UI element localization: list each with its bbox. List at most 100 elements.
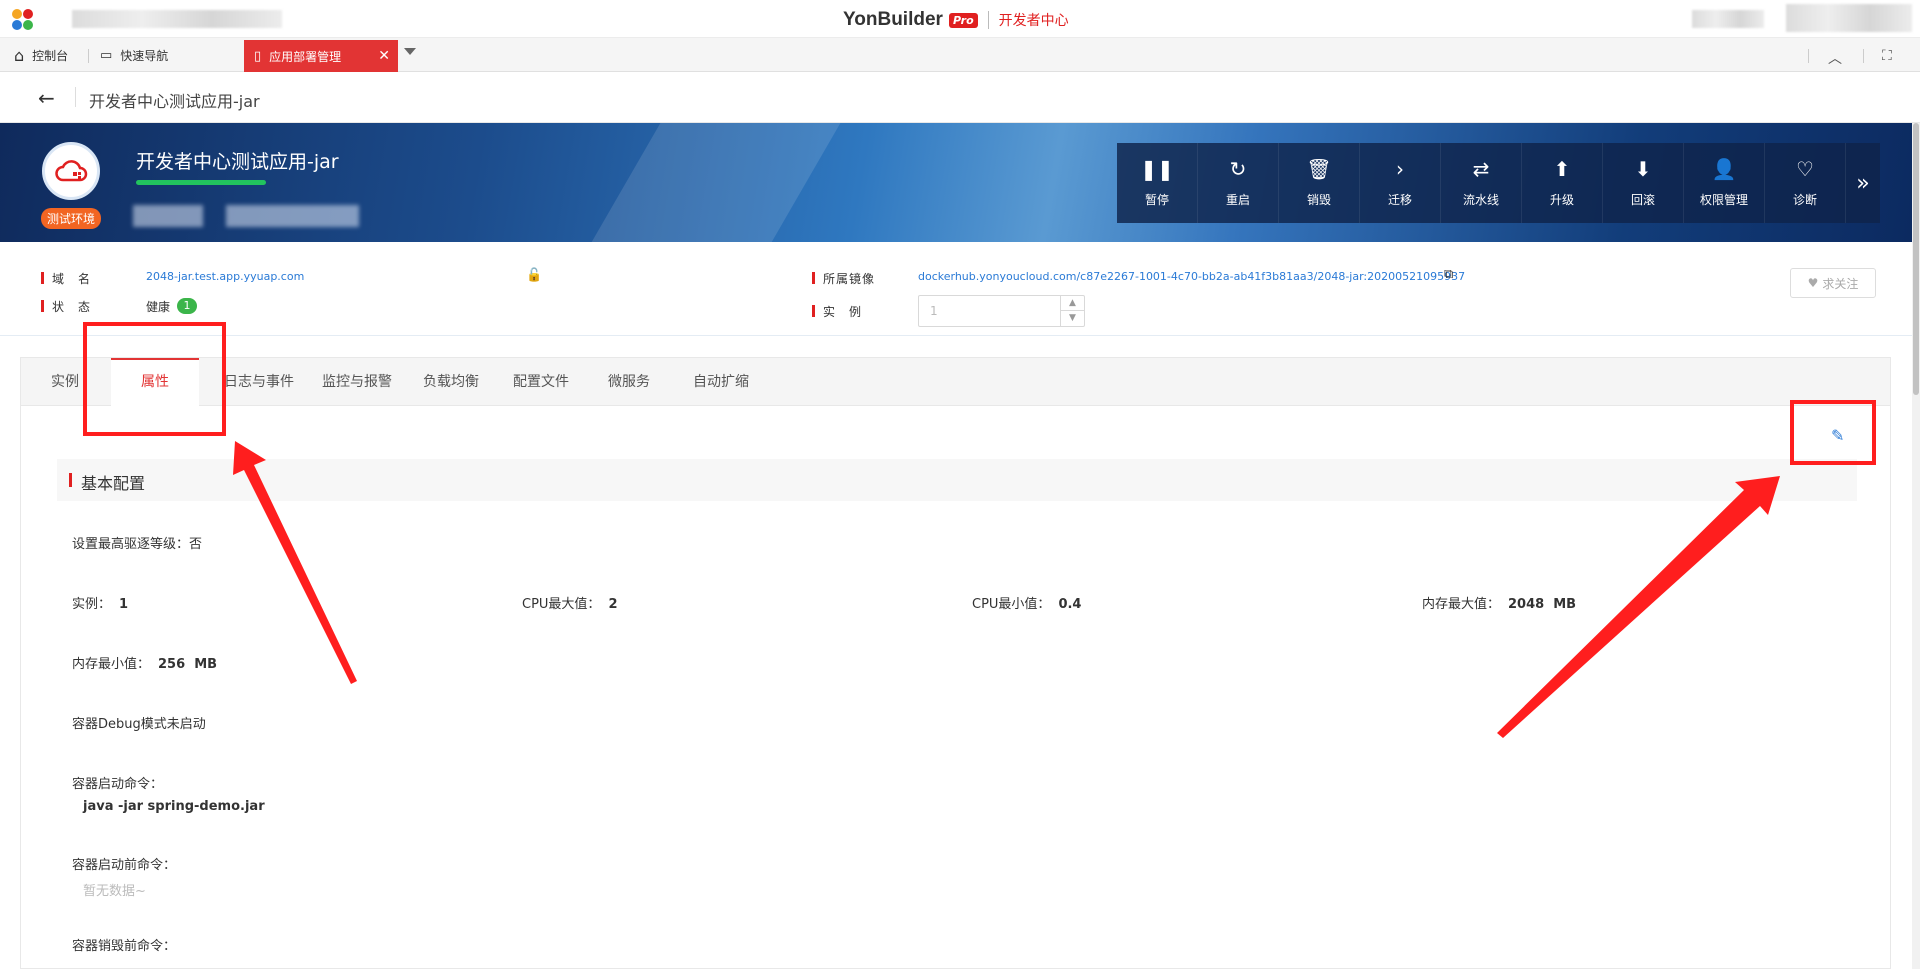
label-marker xyxy=(812,305,815,317)
chevron-up-icon[interactable]: ▲ xyxy=(1061,296,1084,311)
scrollbar-thumb[interactable] xyxy=(1913,123,1919,395)
tab-app-deploy-label: 应用部署管理 xyxy=(269,49,342,64)
pause-button[interactable]: ❚❚ 暂停 xyxy=(1117,143,1198,223)
rollback-icon: ⬇ xyxy=(1634,156,1652,181)
chevron-down-icon[interactable] xyxy=(404,48,416,55)
health-bar xyxy=(136,180,266,185)
upgrade-button[interactable]: ⬆ 升级 xyxy=(1522,143,1603,223)
brand-pro-badge: Pro xyxy=(948,12,978,28)
diagnose-button[interactable]: ♡ 诊断 xyxy=(1765,143,1846,223)
blurred-user-info xyxy=(1692,10,1764,28)
debug-status: 容器Debug模式未启动 xyxy=(72,717,206,732)
follow-button[interactable]: ♥ 求关注 xyxy=(1790,268,1876,298)
cloud-app-icon xyxy=(42,142,100,200)
section-marker xyxy=(69,473,72,487)
instance-input[interactable]: 1 xyxy=(930,304,938,318)
tab-load-balancing[interactable]: 负载均衡 xyxy=(411,358,491,406)
action-label: 升级 xyxy=(1549,192,1574,207)
blurred-region xyxy=(226,205,359,227)
rollback-button[interactable]: ⬇ 回滚 xyxy=(1603,143,1684,223)
brand: YonBuilder Pro 开发者中心 xyxy=(843,9,1069,31)
pipeline-button[interactable]: ⇄ 流水线 xyxy=(1441,143,1522,223)
annotation-box-edit-button xyxy=(1790,400,1876,465)
follow-label: 求关注 xyxy=(1822,276,1859,291)
monitor-icon: ▭ xyxy=(100,47,113,63)
field-value: 否 xyxy=(189,537,203,552)
unlock-icon[interactable]: 🔓 xyxy=(526,268,542,283)
domain-link[interactable]: 2048-jar.test.app.yyuap.com xyxy=(146,270,304,283)
copy-icon[interactable]: ⧉ xyxy=(1444,267,1453,282)
pre-start-label: 容器启动前命令： xyxy=(72,858,177,873)
instance-label: 实 例 xyxy=(823,305,863,319)
page-title: 开发者中心测试应用-jar xyxy=(89,92,260,111)
tab-microservice[interactable]: 微服务 xyxy=(589,358,669,406)
action-label: 重启 xyxy=(1225,192,1250,207)
collapse-icon[interactable]: ︿ xyxy=(1828,48,1842,68)
start-cmd-label: 容器启动命令： xyxy=(72,777,164,792)
chevron-down-icon[interactable]: ▼ xyxy=(1061,311,1084,326)
app-info: 域 名 2048-jar.test.app.yyuap.com 🔓 状 态 健康… xyxy=(0,242,1912,336)
blurred-region xyxy=(133,205,203,227)
tab-quick-nav-label: 快速导航 xyxy=(120,48,169,63)
blurred-avatar[interactable] xyxy=(1786,4,1912,32)
cloud-icon xyxy=(55,160,88,182)
start-cmd-value: java -jar spring-demo.jar xyxy=(83,799,265,814)
section-title: 基本配置 xyxy=(81,474,146,493)
pause-icon: ❚❚ xyxy=(1140,156,1174,181)
destroy-button[interactable]: 🗑 销毁 xyxy=(1279,143,1360,223)
home-icon: ⌂ xyxy=(14,45,25,65)
domain-label: 域 名 xyxy=(52,272,92,286)
field-value: 1 xyxy=(119,597,129,612)
action-label: 暂停 xyxy=(1144,192,1169,207)
field-value: 2 xyxy=(608,597,618,612)
pre-start-empty: 暂无数据~ xyxy=(83,884,146,899)
app-logo-icon[interactable] xyxy=(12,9,36,31)
more-actions-icon[interactable]: » xyxy=(1846,143,1880,223)
status-value: 健康 xyxy=(146,300,171,314)
tab-monitor-alarm[interactable]: 监控与报警 xyxy=(311,358,403,406)
permission-icon: 👤 xyxy=(1711,156,1737,181)
label-marker xyxy=(41,300,44,312)
field-label: 内存最小值： xyxy=(72,657,151,672)
tab-console-label: 控制台 xyxy=(32,48,69,63)
mem-max-field: 内存最大值： 2048 MB xyxy=(1422,593,1576,612)
tab-quick-nav[interactable]: ▭ 快速导航 xyxy=(100,38,168,72)
divider xyxy=(1863,49,1864,63)
permission-button[interactable]: 👤 权限管理 xyxy=(1684,143,1765,223)
close-icon[interactable]: ✕ xyxy=(378,48,390,64)
action-label: 诊断 xyxy=(1792,192,1817,207)
fullscreen-icon[interactable]: ⛶ xyxy=(1882,48,1892,64)
divider xyxy=(987,11,989,29)
restart-icon: ↻ xyxy=(1229,156,1247,181)
action-label: 销毁 xyxy=(1306,192,1331,207)
label-marker xyxy=(41,272,44,284)
restart-button[interactable]: ↻ 重启 xyxy=(1198,143,1279,223)
action-toolbar: ❚❚ 暂停 ↻ 重启 🗑 销毁 › 迁移 ⇄ 流水线 ⬆ 升级 ⬇ 回滚 👤 权限管理 ♡ 诊断 … xyxy=(1117,143,1880,223)
max-evict-field: 设置最高驱逐等级：否 xyxy=(72,533,202,552)
tab-config-files[interactable]: 配置文件 xyxy=(499,358,583,406)
image-label: 所属镜像 xyxy=(823,272,876,286)
divider xyxy=(1808,49,1809,63)
status-badge: 1 xyxy=(177,298,197,314)
action-label: 回滚 xyxy=(1630,192,1655,207)
tab-console[interactable]: ⌂ 控制台 xyxy=(14,38,68,72)
status-label: 状 态 xyxy=(52,300,92,314)
brand-name: YonBuilder xyxy=(843,9,943,30)
field-label: CPU最小值： xyxy=(972,597,1051,612)
tab-app-deploy[interactable]: ▯ 应用部署管理 ✕ xyxy=(244,40,398,72)
migrate-button[interactable]: › 迁移 xyxy=(1360,143,1441,223)
instance-stepper[interactable]: 1 ▲ ▼ xyxy=(918,295,1085,327)
field-label: 设置最高驱逐等级： xyxy=(72,537,190,552)
label-marker xyxy=(812,272,815,284)
field-value: 0.4 xyxy=(1058,597,1082,612)
action-label: 权限管理 xyxy=(1699,192,1748,207)
detail-tabs: 实例 属性 日志与事件 监控与报警 负载均衡 配置文件 微服务 自动扩缩 xyxy=(21,358,1890,407)
back-arrow-icon[interactable]: ← xyxy=(38,86,55,110)
content-panel: 实例 属性 日志与事件 监控与报警 负载均衡 配置文件 微服务 自动扩缩 ✎ 基… xyxy=(20,357,1891,969)
action-label: 流水线 xyxy=(1462,192,1499,207)
document-icon: ▯ xyxy=(254,48,262,64)
tab-autoscaling[interactable]: 自动扩缩 xyxy=(673,358,769,406)
field-label: 内存最大值： xyxy=(1422,597,1501,612)
image-link[interactable]: dockerhub.yonyoucloud.com/c87e2267-1001-… xyxy=(918,270,1465,283)
cpu-min-field: CPU最小值： 0.4 xyxy=(972,593,1081,612)
